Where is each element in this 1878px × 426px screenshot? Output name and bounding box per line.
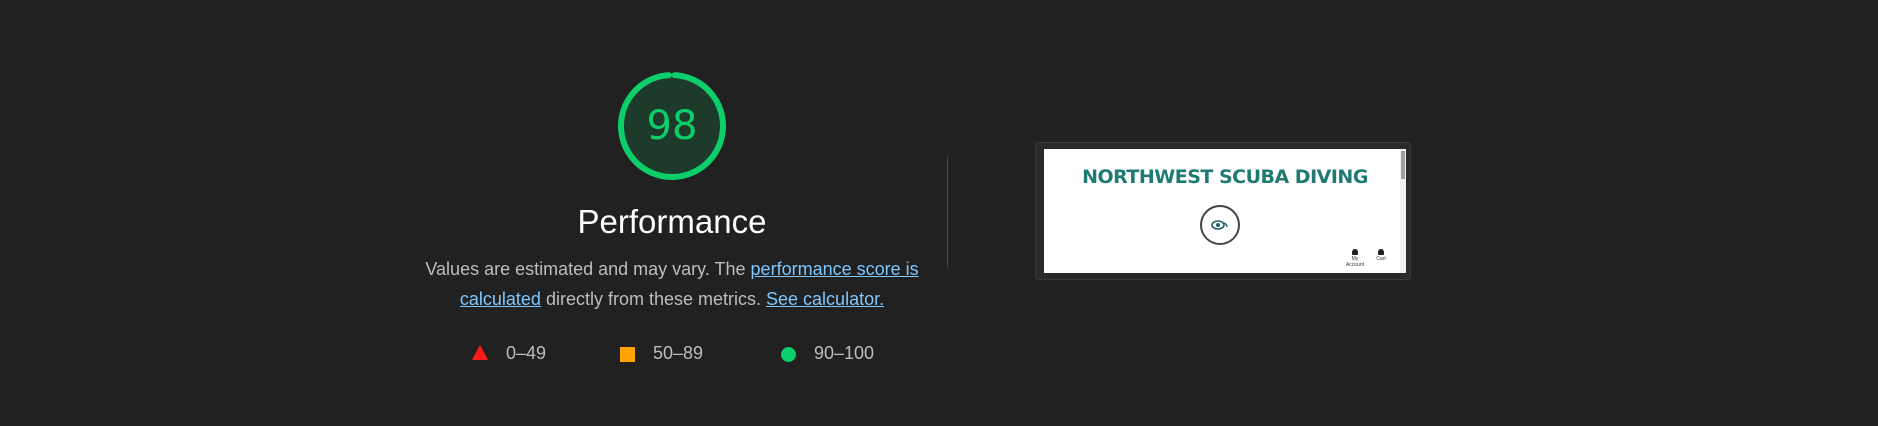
square-icon: [620, 346, 635, 362]
site-title: NORTHWEST SCUBA DIVING: [1082, 166, 1368, 188]
divider: [947, 157, 948, 267]
scrollbar-thumb: [1401, 151, 1405, 179]
score-legend: 0–49 50–89 90–100: [420, 341, 924, 365]
user-icon: [1352, 249, 1358, 255]
scrollbar: [1400, 149, 1406, 273]
cart-icon: [1378, 249, 1384, 255]
legend-item-fail: 0–49: [472, 341, 546, 365]
score-description: Values are estimated and may vary. The p…: [420, 254, 924, 314]
description-middle: directly from these metrics.: [540, 289, 767, 309]
legend-item-average: 50–89: [620, 341, 703, 365]
score-gauge[interactable]: 98: [616, 70, 728, 182]
see-calculator-link[interactable]: See calculator.: [766, 289, 884, 309]
lighthouse-report: 98 Performance Values are estimated and …: [0, 0, 1878, 426]
legend-range: 0–49: [506, 343, 547, 363]
legend-range: 50–89: [653, 343, 704, 363]
diver-mask-icon: [1211, 220, 1228, 230]
scuba-logo-icon: [1200, 205, 1240, 245]
nav-cart: Cart: [1370, 249, 1392, 262]
legend-range: 90–100: [814, 343, 875, 363]
performance-summary: 98 Performance Values are estimated and …: [420, 70, 924, 365]
score-value: 98: [646, 103, 698, 149]
triangle-icon: [472, 344, 488, 360]
description-prefix: Values are estimated and may vary. The: [425, 259, 751, 279]
screenshot-thumbnail: NORTHWEST SCUBA DIVING My Account Cart: [1044, 149, 1406, 273]
final-screenshot[interactable]: NORTHWEST SCUBA DIVING My Account Cart: [1035, 142, 1411, 280]
nav-my-account: My Account: [1344, 249, 1366, 268]
category-title: Performance: [577, 203, 767, 240]
legend-item-pass: 90–100: [781, 341, 874, 365]
circle-icon: [781, 346, 796, 362]
